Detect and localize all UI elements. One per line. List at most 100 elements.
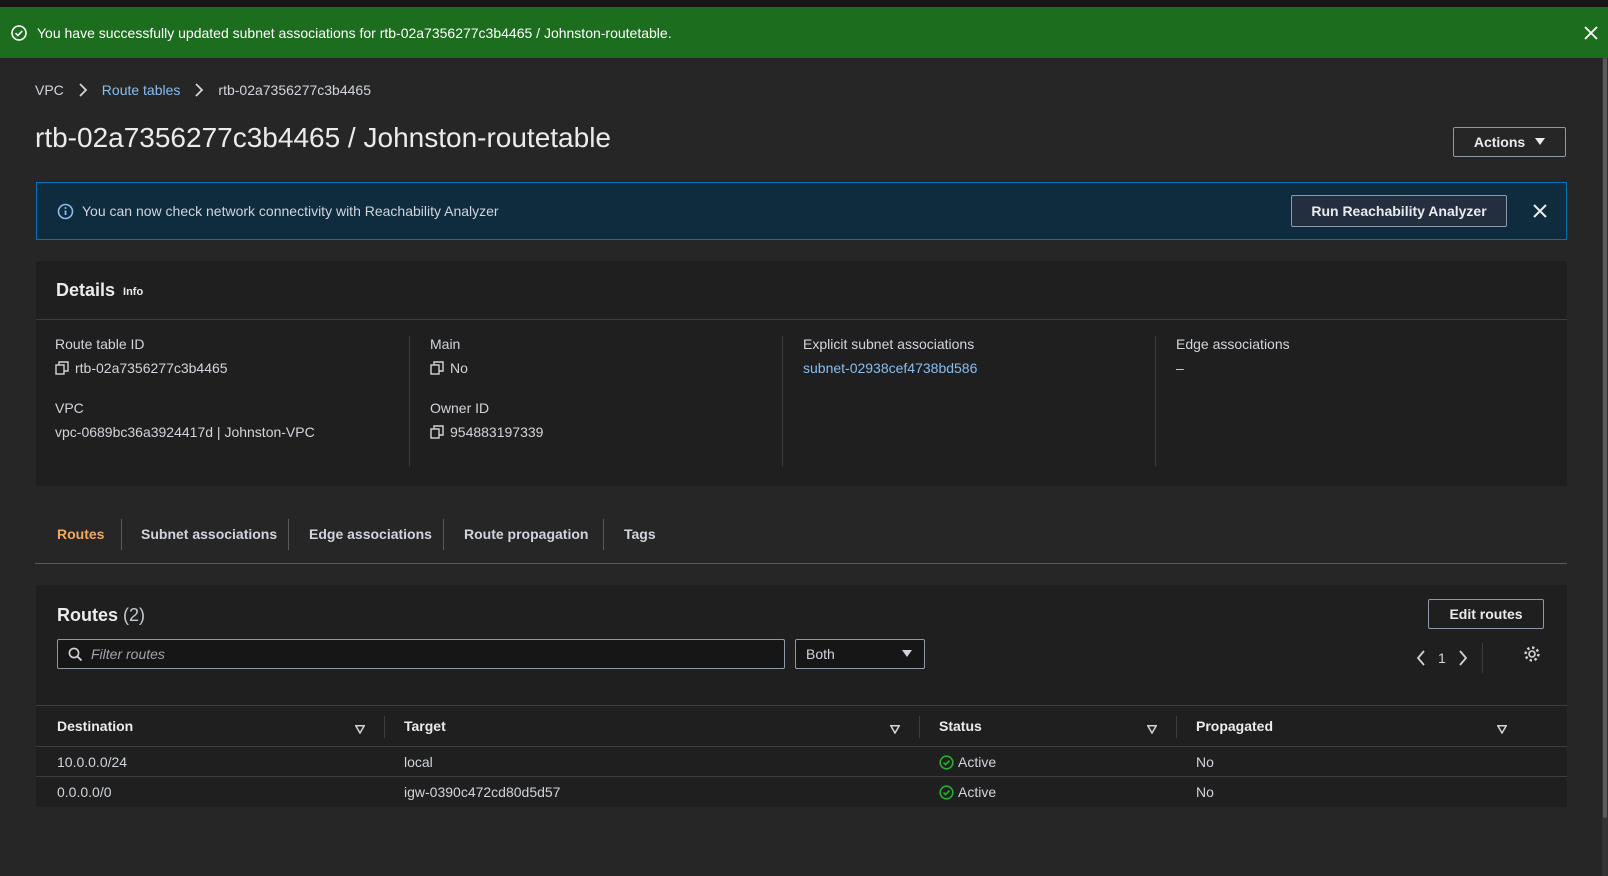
breadcrumb: VPC Route tables rtb-02a7356277c3b4465 bbox=[35, 82, 371, 98]
success-flash: You have successfully updated subnet ass… bbox=[0, 7, 1608, 58]
sort-icon[interactable] bbox=[1146, 721, 1158, 737]
column-status[interactable]: Status bbox=[939, 706, 982, 746]
sort-icon[interactable] bbox=[889, 721, 901, 737]
info-message: You can now check network connectivity w… bbox=[82, 203, 499, 219]
top-strip bbox=[0, 0, 1608, 7]
status-active-icon bbox=[939, 784, 954, 800]
status-text: Active bbox=[958, 754, 997, 770]
details-column-3: Explicit subnet associations subnet-0293… bbox=[782, 336, 1155, 466]
owner-id-text: 954883197339 bbox=[450, 424, 544, 440]
select-value: Both bbox=[806, 646, 835, 662]
routes-panel: Routes (2) Edit routes Filter routes Bot… bbox=[36, 585, 1567, 807]
run-reachability-analyzer-button[interactable]: Run Reachability Analyzer bbox=[1291, 195, 1507, 227]
vpc-label: VPC bbox=[55, 400, 84, 416]
caret-down-icon bbox=[1535, 138, 1546, 146]
tab-divider bbox=[288, 519, 289, 550]
filter-routes-input[interactable]: Filter routes bbox=[57, 639, 785, 669]
edit-routes-button[interactable]: Edit routes bbox=[1428, 599, 1544, 629]
route-table-id-text: rtb-02a7356277c3b4465 bbox=[75, 360, 228, 376]
scrollbar-thumb[interactable] bbox=[1603, 58, 1607, 818]
tab-divider bbox=[121, 519, 122, 550]
cell-destination: 0.0.0.0/0 bbox=[57, 784, 112, 800]
explicit-subnet-label: Explicit subnet associations bbox=[803, 336, 975, 352]
sort-icon[interactable] bbox=[354, 721, 366, 737]
tab-bar: Routes Subnet associations Edge associat… bbox=[35, 518, 1567, 564]
breadcrumb-vpc[interactable]: VPC bbox=[35, 82, 64, 98]
info-icon bbox=[57, 203, 74, 220]
cell-propagated: No bbox=[1196, 754, 1214, 770]
actions-label: Actions bbox=[1473, 134, 1526, 150]
page-title: rtb-02a7356277c3b4465 / Johnston-routeta… bbox=[35, 122, 611, 153]
search-icon bbox=[68, 647, 83, 662]
close-icon[interactable] bbox=[1531, 202, 1549, 220]
tab-edge-associations[interactable]: Edge associations bbox=[309, 518, 432, 550]
breadcrumb-route-tables[interactable]: Route tables bbox=[102, 82, 181, 98]
tab-subnet-associations[interactable]: Subnet associations bbox=[141, 518, 277, 550]
success-check-icon bbox=[10, 24, 28, 42]
column-target[interactable]: Target bbox=[404, 706, 446, 746]
details-panel: Details Info Route table ID rtb-02a73562… bbox=[36, 261, 1567, 486]
routes-table-header: Destination Target Status Propagated bbox=[36, 705, 1567, 747]
explicit-subnet-link[interactable]: subnet-02938cef4738bd586 bbox=[803, 360, 977, 376]
table-row[interactable]: 0.0.0.0/0 igw-0390c472cd80d5d57 Active N… bbox=[36, 777, 1567, 807]
details-header: Details Info bbox=[36, 261, 1567, 320]
tab-divider bbox=[603, 519, 604, 550]
edge-associations-label: Edge associations bbox=[1176, 336, 1290, 352]
table-row[interactable]: 10.0.0.0/24 local Active No bbox=[36, 747, 1567, 777]
routes-heading: Routes (2) bbox=[57, 605, 145, 626]
routes-heading-text: Routes bbox=[57, 605, 119, 625]
chevron-right-icon bbox=[78, 83, 88, 97]
cell-status: Active bbox=[939, 777, 996, 807]
column-propagated[interactable]: Propagated bbox=[1196, 706, 1273, 746]
chevron-right-icon bbox=[194, 83, 204, 97]
filter-placeholder: Filter routes bbox=[91, 646, 165, 662]
column-divider bbox=[384, 716, 385, 738]
details-column-2: Main No Owner ID 954883197339 bbox=[409, 336, 782, 466]
cell-propagated: No bbox=[1196, 784, 1214, 800]
copy-icon[interactable] bbox=[430, 425, 444, 439]
tab-routes[interactable]: Routes bbox=[57, 518, 104, 550]
reachability-info-bar: You can now check network connectivity w… bbox=[36, 182, 1567, 240]
cell-target: local bbox=[404, 754, 433, 770]
chevron-right-icon[interactable] bbox=[1458, 650, 1468, 666]
main-label: Main bbox=[430, 336, 461, 352]
cell-status: Active bbox=[939, 747, 996, 777]
tab-tags[interactable]: Tags bbox=[624, 518, 656, 550]
route-table-id-value: rtb-02a7356277c3b4465 bbox=[55, 360, 228, 376]
main-text: No bbox=[450, 360, 468, 376]
edge-associations-value: – bbox=[1176, 360, 1184, 376]
page-number[interactable]: 1 bbox=[1438, 650, 1446, 666]
column-destination[interactable]: Destination bbox=[57, 706, 133, 746]
copy-icon[interactable] bbox=[55, 361, 69, 375]
route-type-select[interactable]: Both bbox=[795, 639, 925, 669]
details-column-1: Route table ID rtb-02a7356277c3b4465 VPC… bbox=[36, 336, 409, 466]
details-column-4: Edge associations – bbox=[1155, 336, 1567, 466]
copy-icon[interactable] bbox=[430, 361, 444, 375]
cell-target: igw-0390c472cd80d5d57 bbox=[404, 784, 561, 800]
routes-count: (2) bbox=[123, 605, 146, 625]
actions-button[interactable]: Actions bbox=[1453, 127, 1566, 157]
caret-down-icon bbox=[902, 650, 912, 658]
info-link[interactable]: Info bbox=[123, 286, 143, 298]
cell-destination: 10.0.0.0/24 bbox=[57, 754, 128, 770]
status-text: Active bbox=[958, 784, 997, 800]
breadcrumb-current: rtb-02a7356277c3b4465 bbox=[218, 82, 371, 98]
route-table-id-label: Route table ID bbox=[55, 336, 145, 352]
owner-id-value: 954883197339 bbox=[430, 424, 543, 440]
vpc-value: vpc-0689bc36a3924417d | Johnston-VPC bbox=[55, 424, 315, 440]
gear-icon[interactable] bbox=[1523, 645, 1541, 663]
close-icon[interactable] bbox=[1582, 24, 1600, 42]
tab-route-propagation[interactable]: Route propagation bbox=[464, 518, 588, 550]
details-heading: Details bbox=[56, 279, 116, 300]
owner-id-label: Owner ID bbox=[430, 400, 490, 416]
main-value: No bbox=[430, 360, 468, 376]
pagination: 1 bbox=[1416, 643, 1497, 673]
column-divider bbox=[1176, 716, 1177, 738]
flash-message: You have successfully updated subnet ass… bbox=[37, 24, 672, 41]
column-divider bbox=[919, 716, 920, 738]
tab-divider bbox=[443, 519, 444, 550]
status-active-icon bbox=[939, 754, 954, 770]
chevron-left-icon[interactable] bbox=[1416, 650, 1426, 666]
sort-icon[interactable] bbox=[1496, 721, 1508, 737]
pager-divider bbox=[1481, 643, 1483, 673]
